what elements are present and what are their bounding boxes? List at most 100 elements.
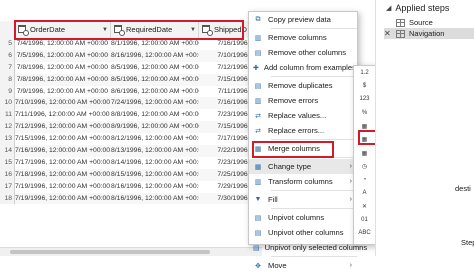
menu-separator: [271, 139, 357, 140]
menu-item-remove-duplicates[interactable]: ▤ Remove duplicates: [249, 78, 357, 93]
menu-item-label: Add column from examples...: [263, 63, 363, 72]
table-cell[interactable]: 7/19/1996, 12:00:00 AM +00:00: [15, 193, 111, 205]
menu-item-unpivot-columns[interactable]: ▤ Unpivot columns: [249, 210, 357, 225]
table-cell[interactable]: 7/19/1996, 12:00:00 AM +00:00: [15, 181, 111, 193]
menu-separator: [271, 208, 357, 209]
table-row[interactable]: 10 7/10/1996, 12:00:00 AM +00:00 7/24/1996…: [0, 97, 262, 110]
table-cell[interactable]: 7/8/1996, 12:00:00 AM +00:00: [15, 74, 111, 86]
menu-item-unpivot-other-columns[interactable]: ▤ Unpivot other columns: [249, 225, 357, 240]
row-number: 7: [0, 61, 15, 74]
table-cell[interactable]: 7/11/1996, 12:00:00 AM +00:00: [15, 109, 111, 121]
table-cell[interactable]: 8/6/1996, 12:00:00 AM +00:00: [111, 86, 199, 98]
type-glyph-icon: ▦: [361, 150, 368, 157]
table-cell[interactable]: 8/16/1996, 12:00:00 AM +00:00: [111, 193, 199, 205]
table-cell[interactable]: 7/12/1996, 12:00:00 AM +00:00: [15, 121, 111, 133]
table-icon: [396, 18, 405, 27]
menu-item-label: Unpivot other columns: [268, 228, 344, 237]
move-icon: ✥: [255, 262, 261, 270]
menu-item-replace-values[interactable]: ⇄ Replace values...: [249, 108, 357, 123]
transform-columns-icon: ▥: [254, 178, 262, 186]
step-source[interactable]: Source: [384, 17, 474, 28]
menu-item-fill[interactable]: ▼ Fill ›: [249, 192, 357, 207]
table-cell[interactable]: 8/5/1996, 12:00:00 AM +00:00: [111, 74, 199, 86]
table-row[interactable]: 9 7/9/1996, 12:00:00 AM +00:00 8/6/1996, 1…: [0, 85, 262, 98]
table-cell[interactable]: 8/5/1996, 12:00:00 AM +00:00: [111, 62, 199, 74]
type-glyph-icon: ◔: [362, 176, 367, 183]
table-cell[interactable]: 8/16/1996, 12:00:00 AM +00:00: [111, 50, 199, 62]
cut-off-text: Step: [461, 238, 474, 247]
unpivot-other-icon: ▤: [254, 229, 262, 237]
table-row[interactable]: 16 7/18/1996, 12:00:00 AM +00:00 8/15/1996…: [0, 168, 262, 181]
replace-values-icon: ⇄: [255, 112, 261, 120]
table-cell[interactable]: 8/14/1996, 12:00:00 AM +00:00: [111, 157, 199, 169]
type-glyph-icon: ◷: [361, 163, 368, 170]
table-row[interactable]: 7 7/8/1996, 12:00:00 AM +00:00 8/5/1996, 1…: [0, 61, 262, 74]
menu-item-remove-other-columns[interactable]: ▤ Remove other columns: [249, 45, 357, 60]
chevron-right-icon: ›: [349, 163, 352, 170]
table-row[interactable]: 14 7/16/1996, 12:00:00 AM +00:00 8/13/1996…: [0, 145, 262, 157]
menu-item-label: Fill: [268, 195, 278, 204]
table-row[interactable]: 18 7/19/1996, 12:00:00 AM +00:00 8/16/1996…: [0, 192, 262, 205]
step-navigation[interactable]: ✕ Navigation: [384, 28, 474, 39]
table-row[interactable]: 17 7/19/1996, 12:00:00 AM +00:00 8/16/1996…: [0, 180, 262, 193]
menu-item-change-type[interactable]: ▦ Change type ›: [249, 159, 357, 174]
menu-item-replace-errors[interactable]: ⇄ Replace errors...: [249, 123, 357, 138]
delete-step-icon[interactable]: ✕: [384, 29, 392, 38]
menu-item-label: Unpivot only selected columns: [264, 243, 368, 252]
table-row[interactable]: 6 7/5/1996, 12:00:00 AM +00:00 8/16/1996, …: [0, 49, 262, 62]
row-number: 9: [0, 85, 15, 98]
table-cell[interactable]: 8/13/1996, 12:00:00 AM +00:00: [111, 145, 199, 157]
remove-other-columns-icon: ▤: [254, 49, 262, 57]
chevron-down-icon[interactable]: ◢: [386, 4, 391, 12]
step-label: Source: [409, 18, 433, 27]
table-cell[interactable]: 7/10/1996, 12:00:00 AM +00:00: [15, 97, 111, 109]
row-number: 14: [0, 145, 15, 157]
table-cell[interactable]: 7/15/1996, 12:00:00 AM +00:00: [15, 133, 111, 145]
type-glyph-icon: ✕: [361, 204, 368, 211]
menu-item-copy-preview-data[interactable]: ⧉ Copy preview data: [249, 12, 357, 27]
table-cell[interactable]: 8/8/1996, 12:00:00 AM +00:00: [111, 109, 199, 121]
table-cell[interactable]: 7/9/1996, 12:00:00 AM +00:00: [15, 86, 111, 98]
type-glyph-icon: 01: [361, 216, 368, 223]
table-cell[interactable]: 7/8/1996, 12:00:00 AM +00:00: [15, 62, 111, 74]
step-label: Navigation: [409, 29, 445, 38]
table-cell[interactable]: 8/15/1996, 12:00:00 AM +00:00: [111, 169, 199, 181]
menu-item-add-column-from-examples[interactable]: ✚ Add column from examples...: [249, 60, 362, 75]
remove-columns-icon: ▥: [254, 34, 262, 42]
table-cell[interactable]: 8/16/1996, 12:00:00 AM +00:00: [111, 181, 199, 193]
applied-steps-header[interactable]: ◢ Applied steps: [376, 0, 474, 13]
row-number: 11: [0, 109, 15, 122]
row-number: 12: [0, 121, 15, 134]
applied-steps-title: Applied steps: [395, 3, 450, 13]
table-cell[interactable]: 7/24/1996, 12:00:00 AM +00:00: [111, 97, 199, 109]
menu-item-label: Change type: [268, 162, 312, 171]
scrollbar-thumb[interactable]: [10, 250, 210, 254]
table-row[interactable]: 13 7/15/1996, 12:00:00 AM +00:00 8/12/1996…: [0, 133, 262, 146]
menu-item-remove-columns[interactable]: ▥ Remove columns: [249, 30, 357, 45]
table-cell[interactable]: 7/5/1996, 12:00:00 AM +00:00: [15, 50, 111, 62]
menu-item-label: Copy preview data: [268, 15, 331, 24]
menu-item-unpivot-only-selected-columns[interactable]: ▤ Unpivot only selected columns: [249, 240, 367, 255]
menu-item-label: Remove other columns: [268, 48, 347, 57]
menu-item-label: Remove errors: [268, 96, 319, 105]
table-cell[interactable]: 8/9/1996, 12:00:00 AM +00:00: [111, 121, 199, 133]
table-row[interactable]: 11 7/11/1996, 12:00:00 AM +00:00 8/8/1996,…: [0, 109, 262, 122]
menu-item-remove-errors[interactable]: ▥ Remove errors: [249, 93, 357, 108]
table-cell[interactable]: 7/17/1996, 12:00:00 AM +00:00: [15, 157, 111, 169]
chevron-right-icon: ›: [349, 196, 352, 203]
table-cell[interactable]: 7/16/1996, 12:00:00 AM +00:00: [15, 145, 111, 157]
menu-item-label: Unpivot columns: [268, 213, 325, 222]
horizontal-scrollbar[interactable]: [0, 247, 262, 256]
table-cell[interactable]: 7/18/1996, 12:00:00 AM +00:00: [15, 169, 111, 181]
table-row[interactable]: 12 7/12/1996, 12:00:00 AM +00:00 8/9/1996,…: [0, 121, 262, 134]
table-row[interactable]: 15 7/17/1996, 12:00:00 AM +00:00 8/14/1996…: [0, 156, 262, 169]
type-glyph-icon: 1.2: [360, 69, 369, 76]
cut-off-text: desti: [455, 184, 471, 193]
menu-item-transform-columns[interactable]: ▥ Transform columns ›: [249, 174, 357, 189]
table-row[interactable]: 8 7/8/1996, 12:00:00 AM +00:00 8/5/1996, 1…: [0, 73, 262, 86]
selected-columns-highlight: [14, 20, 244, 40]
menu-item-move[interactable]: ✥ Move ›: [249, 258, 357, 273]
add-column-icon: ✚: [253, 64, 259, 72]
table-cell[interactable]: 8/12/1996, 12:00:00 AM +00:00: [111, 133, 199, 145]
fill-icon: ▼: [254, 196, 262, 203]
